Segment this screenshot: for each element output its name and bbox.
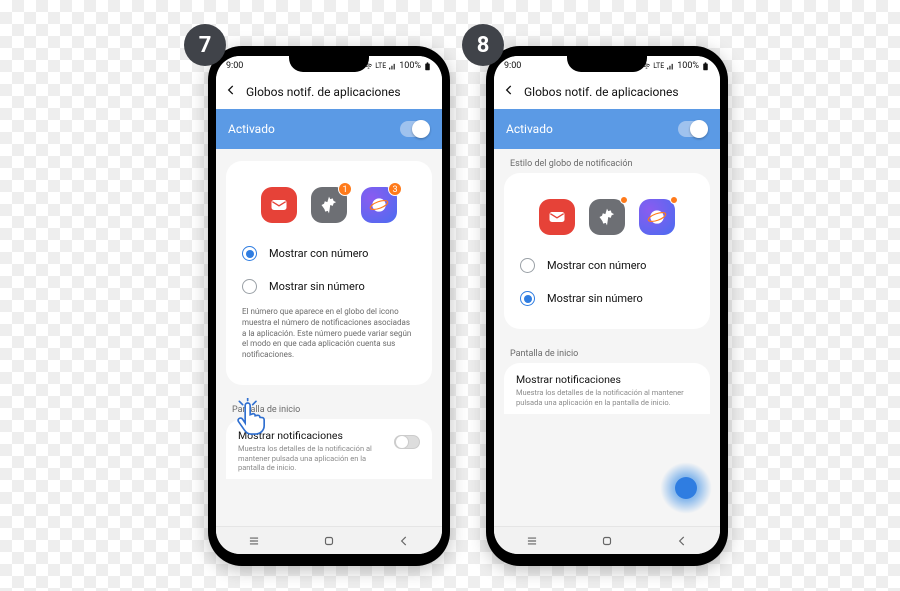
tap-highlight-icon <box>660 462 712 514</box>
radio-icon <box>520 258 535 273</box>
radio-with-number[interactable]: Mostrar con número <box>236 237 422 270</box>
show-notifications-row[interactable]: Mostrar notificaciones Muestra los detal… <box>504 363 710 414</box>
nav-back-button[interactable] <box>662 534 702 548</box>
show-notifications-sub: Muestra los detalles de la notificación … <box>238 444 386 473</box>
envelope-icon <box>269 195 289 215</box>
browser-app-icon: 3 <box>361 187 397 223</box>
status-lte: LTE <box>653 62 664 70</box>
status-battery-pct: 100% <box>399 61 421 71</box>
nav-home-button[interactable] <box>587 534 627 548</box>
chevron-left-icon <box>502 83 516 97</box>
back-button[interactable] <box>502 83 516 100</box>
recent-icon <box>525 534 539 548</box>
radio-icon <box>242 279 257 294</box>
back-icon <box>675 534 689 548</box>
status-time: 9:00 <box>226 61 243 71</box>
nav-recent-button[interactable] <box>234 534 274 548</box>
home-icon <box>600 534 614 548</box>
browser-badge: 3 <box>388 182 402 196</box>
gear-icon <box>319 195 339 215</box>
planet-icon <box>369 195 389 215</box>
radio-with-number-label: Mostrar con número <box>547 259 646 272</box>
settings-app-icon: 1 <box>311 187 347 223</box>
recent-icon <box>247 534 261 548</box>
browser-app-icon <box>639 199 675 235</box>
settings-badge: 1 <box>338 182 352 196</box>
notch <box>289 56 369 72</box>
master-toggle-banner[interactable]: Activado <box>216 109 442 149</box>
badge-style-card: 1 3 Mostrar con número Mostrar sin nú <box>226 161 432 385</box>
status-time: 9:00 <box>504 61 521 71</box>
notch <box>567 56 647 72</box>
master-toggle-label: Activado <box>228 122 275 136</box>
step-number-7: 7 <box>184 24 226 66</box>
home-section-label: Pantalla de inicio <box>504 339 710 363</box>
titlebar: Globos notif. de aplicaciones <box>494 76 720 109</box>
signal-icon <box>666 62 675 71</box>
radio-without-number[interactable]: Mostrar sin número <box>236 270 422 303</box>
signal-icon <box>388 62 397 71</box>
master-toggle-banner[interactable]: Activado <box>494 109 720 149</box>
master-toggle-switch[interactable] <box>400 121 430 137</box>
phone-frame-7: 9:00 LTE 100% Globos notif. de aplicacio… <box>208 46 450 566</box>
page-title: Globos notif. de aplicaciones <box>246 85 401 99</box>
back-icon <box>397 534 411 548</box>
settings-badge-dot <box>620 196 628 204</box>
radio-with-number[interactable]: Mostrar con número <box>514 249 700 282</box>
badge-preview-row <box>514 187 700 249</box>
badge-style-card: Mostrar con número Mostrar sin número <box>504 173 710 329</box>
gear-icon <box>597 207 617 227</box>
badge-preview-row: 1 3 <box>236 175 422 237</box>
chevron-left-icon <box>224 83 238 97</box>
battery-icon <box>423 62 432 71</box>
show-notifications-sub: Muestra los detalles de la notificación … <box>516 388 698 408</box>
android-navbar <box>494 526 720 554</box>
page-title: Globos notif. de aplicaciones <box>524 85 679 99</box>
master-toggle-label: Activado <box>506 122 553 136</box>
status-battery-pct: 100% <box>677 61 699 71</box>
badge-help-text: El número que aparece en el globo del ic… <box>236 303 422 371</box>
mail-app-icon <box>539 199 575 235</box>
android-navbar <box>216 526 442 554</box>
titlebar: Globos notif. de aplicaciones <box>216 76 442 109</box>
nav-home-button[interactable] <box>309 534 349 548</box>
nav-back-button[interactable] <box>384 534 424 548</box>
step-number-8: 8 <box>462 24 504 66</box>
style-section-label: Estilo del globo de notificación <box>504 149 710 173</box>
home-icon <box>322 534 336 548</box>
envelope-icon <box>547 207 567 227</box>
radio-without-number-label: Mostrar sin número <box>547 292 643 305</box>
radio-without-number[interactable]: Mostrar sin número <box>514 282 700 315</box>
radio-icon <box>520 291 535 306</box>
show-notifications-switch[interactable] <box>394 435 420 449</box>
planet-icon <box>647 207 667 227</box>
browser-badge-dot <box>670 196 678 204</box>
mail-app-icon <box>261 187 297 223</box>
radio-without-number-label: Mostrar sin número <box>269 280 365 293</box>
settings-app-icon <box>589 199 625 235</box>
master-toggle-switch[interactable] <box>678 121 708 137</box>
radio-icon <box>242 246 257 261</box>
back-button[interactable] <box>224 83 238 100</box>
show-notifications-title: Mostrar notificaciones <box>516 373 698 386</box>
phone-frame-8: 9:00 LTE 100% Globos notif. de aplicacio… <box>486 46 728 566</box>
radio-with-number-label: Mostrar con número <box>269 247 368 260</box>
pointer-hand-icon <box>231 398 271 438</box>
battery-icon <box>701 62 710 71</box>
nav-recent-button[interactable] <box>512 534 552 548</box>
status-lte: LTE <box>375 62 386 70</box>
